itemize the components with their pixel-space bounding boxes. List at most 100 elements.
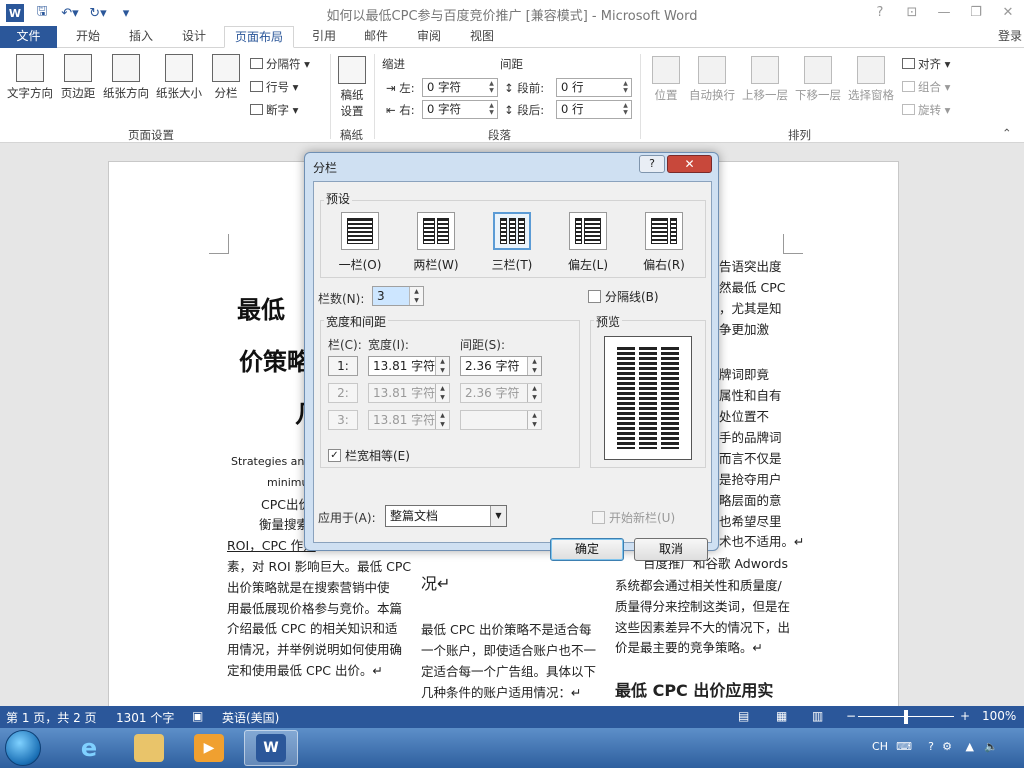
preset-left[interactable]: 偏左(L) bbox=[558, 212, 618, 273]
page-count[interactable]: 第 1 页，共 2 页 bbox=[6, 709, 97, 726]
settings-tray-icon[interactable]: ⚙ bbox=[942, 740, 952, 753]
line-between-checkbox[interactable]: 分隔线(B) bbox=[588, 288, 659, 305]
keyboard-icon[interactable]: ⌨ bbox=[896, 740, 912, 753]
tab-insert[interactable]: 插入 bbox=[119, 26, 163, 48]
taskbar-explorer[interactable] bbox=[122, 730, 176, 766]
spin-arrows-icon[interactable]: ▲ ▼ bbox=[527, 357, 541, 375]
tab-review[interactable]: 审阅 bbox=[407, 26, 451, 48]
spacing-header: 间距(S): bbox=[460, 338, 506, 352]
column-3-width-input[interactable]: 13.81 字符 ▲ ▼ bbox=[368, 410, 450, 430]
help-button[interactable]: ? bbox=[864, 0, 896, 24]
spin-arrows-icon[interactable]: ▲ ▼ bbox=[435, 384, 449, 402]
preset-right[interactable]: 偏右(R) bbox=[634, 212, 694, 273]
start-button[interactable] bbox=[5, 730, 41, 766]
sign-in-link[interactable]: 登录 bbox=[998, 26, 1022, 47]
equal-width-checkbox[interactable]: ✓ 栏宽相等(E) bbox=[328, 447, 410, 464]
word-count[interactable]: 1301 个字 bbox=[116, 709, 174, 726]
zoom-level[interactable]: 100% bbox=[982, 709, 1016, 723]
proofing-icon[interactable]: ▣ bbox=[192, 709, 203, 723]
spin-arrows-icon[interactable]: ▲ ▼ bbox=[435, 357, 449, 375]
close-button[interactable]: ✕ bbox=[992, 0, 1024, 24]
spin-arrows-icon[interactable]: ▲ ▼ bbox=[527, 384, 541, 402]
line-numbers-button[interactable]: 行号 ▾ bbox=[250, 79, 298, 95]
cancel-button[interactable]: 取消 bbox=[634, 538, 708, 561]
selection-pane-button[interactable]: 选择窗格 bbox=[846, 56, 896, 103]
space-after-input[interactable]: 0 行 ▲ ▼ bbox=[556, 100, 632, 119]
ribbon-display-options-button[interactable]: ⊡ bbox=[896, 0, 928, 24]
hyphenation-button[interactable]: 断字 ▾ bbox=[250, 102, 298, 118]
tab-home[interactable]: 开始 bbox=[66, 26, 110, 48]
taskbar-media-player[interactable]: ▶ bbox=[182, 730, 236, 766]
zoom-in-icon[interactable]: + bbox=[960, 709, 970, 723]
orientation-button[interactable]: 纸张方向 bbox=[100, 54, 152, 101]
dialog-title: 分栏 bbox=[313, 161, 338, 175]
web-layout-icon[interactable]: ▥ bbox=[812, 709, 823, 723]
send-backward-icon bbox=[804, 56, 832, 84]
chevron-down-icon[interactable]: ▼ bbox=[490, 506, 506, 526]
wrap-text-button[interactable]: 自动换行 bbox=[688, 56, 736, 103]
tab-view[interactable]: 视图 bbox=[460, 26, 504, 48]
dialog-close-button[interactable]: ✕ bbox=[667, 155, 712, 173]
print-layout-icon[interactable]: ▦ bbox=[776, 709, 787, 723]
column-3-spacing-input[interactable]: ▲ ▼ bbox=[460, 410, 542, 430]
align-icon bbox=[902, 58, 915, 69]
spin-arrows-icon[interactable]: ▲ ▼ bbox=[621, 102, 630, 117]
read-mode-icon[interactable]: ▤ bbox=[738, 709, 749, 723]
space-after-value: 0 行 bbox=[561, 102, 584, 116]
column-2-width-input[interactable]: 13.81 字符 ▲ ▼ bbox=[368, 383, 450, 403]
dialog-help-button[interactable]: ? bbox=[639, 155, 665, 173]
text-direction-button[interactable]: 文字方向 bbox=[4, 54, 56, 101]
collapse-ribbon-icon[interactable]: ⌃ bbox=[1002, 126, 1012, 140]
language[interactable]: 英语(美国) bbox=[222, 709, 279, 726]
columns-label: 分栏 bbox=[214, 86, 238, 100]
preset-three[interactable]: 三栏(T) bbox=[482, 212, 542, 273]
column-1-width-input[interactable]: 13.81 字符 ▲ ▼ bbox=[368, 356, 450, 376]
tab-mailings[interactable]: 邮件 bbox=[354, 26, 398, 48]
help-tray-icon[interactable]: ? bbox=[928, 740, 934, 753]
rotate-button[interactable]: 旋转 ▾ bbox=[902, 102, 950, 118]
num-columns-input[interactable]: 3 ▲ ▼ bbox=[372, 286, 424, 306]
column-2-spacing-input[interactable]: 2.36 字符 ▲ ▼ bbox=[460, 383, 542, 403]
presets-label: 预设 bbox=[324, 190, 353, 207]
columns-button[interactable]: 分栏 bbox=[208, 54, 244, 101]
ok-button[interactable]: 确定 bbox=[550, 538, 624, 561]
breaks-button[interactable]: 分隔符 ▾ bbox=[250, 56, 310, 72]
column-1-spacing-input[interactable]: 2.36 字符 ▲ ▼ bbox=[460, 356, 542, 376]
indent-left-input[interactable]: 0 字符 ▲ ▼ bbox=[422, 78, 498, 97]
align-button[interactable]: 对齐 ▾ bbox=[902, 56, 950, 72]
tab-design[interactable]: 设计 bbox=[172, 26, 216, 48]
start-new-column-checkbox[interactable]: 开始新栏(U) bbox=[592, 509, 675, 526]
show-hidden-icons[interactable]: ▲ bbox=[966, 740, 974, 753]
space-before-input[interactable]: 0 行 ▲ ▼ bbox=[556, 78, 632, 97]
taskbar-ie[interactable]: e bbox=[62, 730, 116, 766]
indent-right-input[interactable]: 0 字符 ▲ ▼ bbox=[422, 100, 498, 119]
spin-arrows-icon[interactable]: ▲ ▼ bbox=[527, 411, 541, 429]
preset-one[interactable]: 一栏(O) bbox=[330, 212, 390, 273]
preset-two[interactable]: 两栏(W) bbox=[406, 212, 466, 273]
minimize-button[interactable]: — bbox=[928, 0, 960, 24]
restore-button[interactable]: ❐ bbox=[960, 0, 992, 24]
bring-forward-button[interactable]: 上移一层 bbox=[740, 56, 790, 103]
checkbox-checked-icon: ✓ bbox=[328, 449, 341, 462]
tab-file[interactable]: 文件 bbox=[0, 26, 57, 48]
spin-arrows-icon[interactable]: ▲ ▼ bbox=[621, 80, 630, 95]
tab-page-layout[interactable]: 页面布局 bbox=[224, 26, 295, 48]
zoom-out-icon[interactable]: − bbox=[846, 709, 856, 723]
apply-to-select[interactable]: 整篇文档 ▼ bbox=[385, 505, 507, 527]
volume-icon[interactable]: 🔈 bbox=[984, 740, 998, 753]
taskbar-word[interactable]: W bbox=[244, 730, 298, 766]
zoom-slider-thumb[interactable] bbox=[904, 710, 908, 724]
margins-button[interactable]: 页边距 bbox=[58, 54, 98, 101]
crop-mark bbox=[783, 234, 803, 254]
group-button[interactable]: 组合 ▾ bbox=[902, 79, 950, 95]
spin-arrows-icon[interactable]: ▲ ▼ bbox=[487, 102, 496, 117]
position-button[interactable]: 位置 bbox=[648, 56, 684, 103]
tab-references[interactable]: 引用 bbox=[302, 26, 346, 48]
size-button[interactable]: 纸张大小 bbox=[154, 54, 204, 101]
draft-paper-button[interactable]: 稿纸 设置 bbox=[334, 56, 370, 119]
spin-arrows-icon[interactable]: ▲ ▼ bbox=[435, 411, 449, 429]
send-backward-button[interactable]: 下移一层 bbox=[793, 56, 843, 103]
spin-arrows-icon[interactable]: ▲ ▼ bbox=[409, 287, 423, 305]
ime-indicator[interactable]: CH bbox=[872, 740, 888, 753]
spin-arrows-icon[interactable]: ▲ ▼ bbox=[487, 80, 496, 95]
